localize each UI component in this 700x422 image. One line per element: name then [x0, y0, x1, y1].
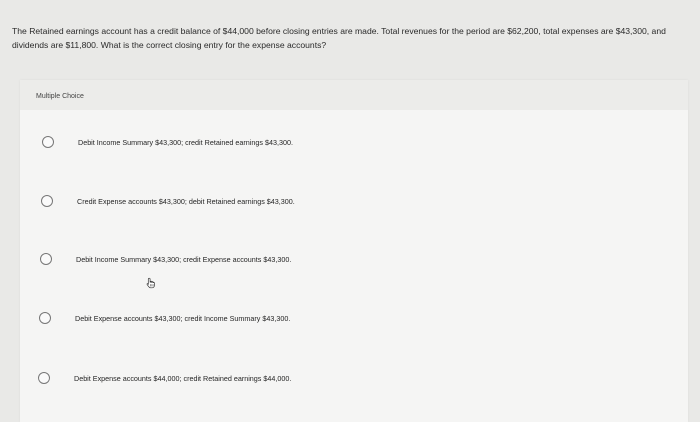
radio-button[interactable]	[40, 253, 52, 265]
answer-option-1[interactable]: Debit Income Summary $43,300; credit Ret…	[42, 130, 602, 154]
radio-button[interactable]	[39, 312, 51, 324]
answer-option-label: Debit Expense accounts $43,300; credit I…	[75, 313, 291, 323]
answer-option-3[interactable]: Debit Income Summary $43,300; credit Exp…	[40, 247, 600, 271]
hand-pointer-icon	[146, 277, 155, 289]
radio-button[interactable]	[42, 136, 54, 148]
radio-button[interactable]	[38, 372, 50, 384]
answer-option-label: Debit Income Summary $43,300; credit Ret…	[78, 137, 293, 147]
question-text: The Retained earnings account has a cred…	[12, 26, 666, 50]
radio-button[interactable]	[41, 195, 53, 207]
answer-option-label: Debit Expense accounts $44,000; credit R…	[74, 373, 292, 383]
answer-option-label: Credit Expense accounts $43,300; debit R…	[77, 196, 295, 206]
panel-header: Multiple Choice	[20, 80, 688, 110]
answer-option-4[interactable]: Debit Expense accounts $43,300; credit I…	[39, 306, 599, 330]
answer-option-2[interactable]: Credit Expense accounts $43,300; debit R…	[41, 189, 601, 213]
answer-option-label: Debit Income Summary $43,300; credit Exp…	[76, 254, 292, 264]
multiple-choice-label: Multiple Choice	[36, 93, 84, 100]
answer-option-5[interactable]: Debit Expense accounts $44,000; credit R…	[38, 366, 598, 390]
